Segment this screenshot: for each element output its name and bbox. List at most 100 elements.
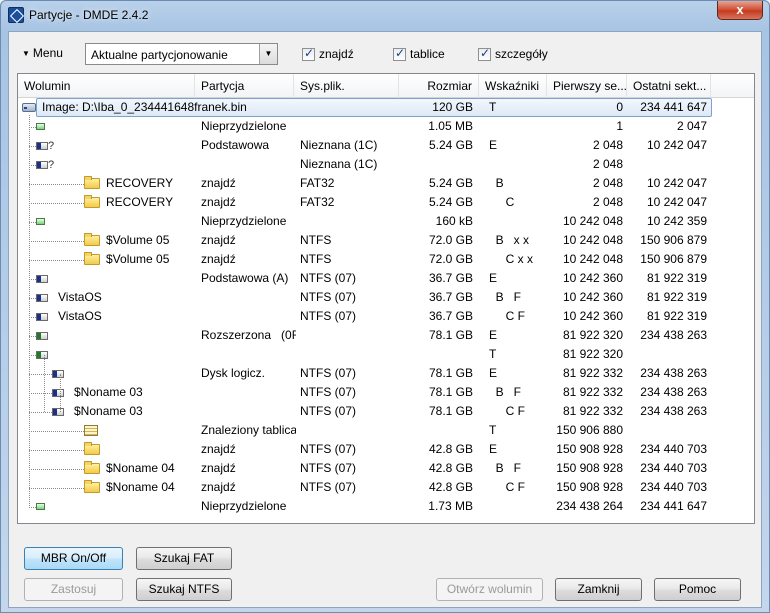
cell-wsk: B x x: [489, 233, 530, 247]
tree-line: [29, 355, 36, 356]
table-row[interactable]: Nieprzydzielone 160 kB 10 242 048 10 242 35…: [18, 212, 754, 231]
cell-ostatni: 81 922 319: [646, 271, 707, 285]
disk-icon: [22, 103, 36, 112]
folder-icon: [84, 252, 100, 265]
cell-wsk: E: [489, 442, 498, 456]
cell-wsk: T: [489, 423, 497, 437]
table-row[interactable]: RECOVERY znajdź FAT32 5.24 GB B 2 048 10 242 …: [18, 174, 754, 193]
search-fat-button[interactable]: Szukaj FAT: [136, 547, 232, 570]
cell-wolumin: [58, 212, 195, 231]
table-row[interactable]: $Volume 05 znajdź NTFS 72.0 GB B x x 10 242 …: [18, 231, 754, 250]
cell-syspl: [300, 345, 400, 364]
cell-wsk: B F: [489, 461, 522, 475]
cell-syspl: [300, 497, 400, 516]
cell-rozmiar: 1.73 MB: [428, 499, 473, 513]
partition-table[interactable]: Wolumin Partycja Sys.plik. Rozmiar Wskaź…: [17, 73, 755, 524]
checkbox-tablice[interactable]: tablice: [393, 46, 445, 62]
table-row[interactable]: $Noname 03 NTFS (07) 78.1 GB B F 81 922 332…: [18, 383, 754, 402]
cell-wsk: B F: [489, 290, 522, 304]
cell-wsk: T: [489, 347, 497, 361]
table-row[interactable]: Nieprzydzielone 1.05 MB 1 2 047: [18, 117, 754, 136]
cell-wolumin: [58, 326, 195, 345]
cell-wsk: C: [489, 195, 515, 209]
partition-unknown-icon: [36, 137, 54, 156]
cell-wsk: [489, 155, 549, 174]
table-row[interactable]: $Volume 05 znajdź NTFS 72.0 GB C x x 10 242 …: [18, 250, 754, 269]
cell-ostatni: 234 440 703: [640, 461, 707, 475]
apply-button[interactable]: Zastosuj: [24, 578, 123, 601]
close-dialog-button[interactable]: Zamknij: [555, 578, 642, 601]
table-row[interactable]: $Noname 04 znajdź NTFS (07) 42.8 GB C F 150 …: [18, 478, 754, 497]
cell-partycja: [201, 402, 296, 421]
table-icon: [84, 425, 98, 436]
title-bar[interactable]: Partycje - DMDE 2.4.2 x: [1, 1, 769, 29]
tree-line: [29, 393, 52, 394]
table-row[interactable]: Nieznana (1C) 2 048: [18, 155, 754, 175]
folder-icon: [84, 176, 100, 189]
table-row[interactable]: Rozszerzona (0F) 78.1 GB E 81 922 320 234 43…: [18, 326, 754, 345]
cell-pierwszy: 81 922 320: [562, 328, 623, 342]
cell-syspl: NTFS (07): [300, 480, 357, 494]
table-row[interactable]: RECOVERY znajdź FAT32 5.24 GB C 2 048 10 242 …: [18, 193, 754, 212]
checkbox-znajdz[interactable]: znajdź: [302, 46, 354, 62]
tree-line: [29, 507, 36, 508]
cell-ostatni: [627, 155, 707, 174]
checkbox-szczegoly[interactable]: szczegóły: [478, 46, 548, 62]
tree-line: [29, 336, 36, 337]
column-header-partycja[interactable]: Partycja: [195, 74, 294, 98]
column-header-wolumin[interactable]: Wolumin: [18, 74, 195, 98]
column-header-syspl[interactable]: Sys.plik.: [294, 74, 399, 98]
table-row[interactable]: VistaOS NTFS (07) 36.7 GB B F 10 242 360 81 …: [18, 288, 754, 307]
cell-rozmiar: 5.24 GB: [428, 176, 473, 190]
column-header-ostatni[interactable]: Ostatni sekt...: [627, 74, 711, 98]
cell-rozmiar: 1.05 MB: [428, 119, 473, 133]
search-ntfs-button[interactable]: Szukaj NTFS: [136, 578, 232, 601]
cell-wsk: E: [489, 138, 498, 152]
chevron-down-icon[interactable]: ▼: [259, 44, 277, 64]
partitioning-select[interactable]: Aktualne partycjonowanie ▼: [85, 43, 278, 65]
close-button[interactable]: x: [717, 1, 763, 20]
mbr-toggle-button[interactable]: MBR On/Off: [24, 547, 123, 570]
column-header-rozmiar[interactable]: Rozmiar: [399, 74, 479, 98]
table-row[interactable]: T 81 922 320: [18, 345, 754, 364]
cell-wolumin: VistaOS: [58, 309, 102, 323]
table-row[interactable]: Image: D:\Iba_0_234441648franek.bin 120 G…: [18, 98, 754, 117]
checkbox-szczegoly-box[interactable]: [478, 46, 491, 61]
folder-icon: [84, 461, 100, 474]
table-row[interactable]: znajdź NTFS (07) 42.8 GB E 150 908 928 234 44…: [18, 440, 754, 459]
table-row[interactable]: Dysk logicz. NTFS (07) 78.1 GB E 81 922 332 2…: [18, 364, 754, 383]
table-row[interactable]: Znaleziony tablica T 150 906 880: [18, 421, 754, 440]
unallocated-icon: [36, 503, 45, 510]
cell-rozmiar: 78.1 GB: [428, 404, 473, 418]
table-row[interactable]: Nieprzydzielone 1.73 MB 234 438 264 234 441…: [18, 497, 754, 516]
menu-button[interactable]: ▼ Menu: [22, 46, 63, 64]
partition-icon: [52, 389, 64, 397]
checkbox-tablice-box[interactable]: [393, 46, 406, 61]
column-header-pierwszy[interactable]: Pierwszy se...: [547, 74, 627, 98]
cell-syspl: [300, 98, 400, 117]
checkbox-znajdz-box[interactable]: [302, 46, 315, 61]
cell-syspl: NTFS (07): [300, 404, 357, 418]
cell-syspl: [300, 212, 400, 231]
tree-line: [29, 298, 36, 299]
help-button[interactable]: Pomoc: [654, 578, 741, 601]
cell-partycja: Rozszerzona (0F): [201, 328, 296, 342]
cell-ostatni: 10 242 047: [646, 138, 707, 152]
table-row[interactable]: Podstawowa (A) NTFS (07) 36.7 GB E 10 242 36…: [18, 269, 754, 288]
partitioning-select-value: Aktualne partycjonowanie: [91, 48, 228, 62]
tree-line: [29, 469, 84, 470]
table-row[interactable]: $Noname 04 znajdź NTFS (07) 42.8 GB B F 150 …: [18, 459, 754, 478]
cell-pierwszy: 81 922 332: [562, 404, 623, 418]
cell-pierwszy: 10 242 360: [562, 271, 623, 285]
cell-partycja: Podstawowa: [201, 138, 270, 152]
table-row[interactable]: Podstawowa Nieznana (1C) 5.24 GB E 2 048 10 2…: [18, 136, 754, 156]
open-volume-button[interactable]: Otwórz wolumin: [436, 578, 543, 601]
table-row[interactable]: VistaOS NTFS (07) 36.7 GB C F 10 242 360 81 …: [18, 307, 754, 326]
cell-syspl: NTFS: [300, 233, 332, 247]
tree-line: [29, 241, 84, 242]
table-row[interactable]: $Noname 03 NTFS (07) 78.1 GB C F 81 922 332…: [18, 402, 754, 421]
cell-pierwszy: 234 438 264: [556, 499, 623, 513]
cell-wolumin: [58, 345, 195, 364]
tree-line: [29, 488, 84, 489]
column-header-wskazniki[interactable]: Wskaźniki: [479, 74, 547, 98]
